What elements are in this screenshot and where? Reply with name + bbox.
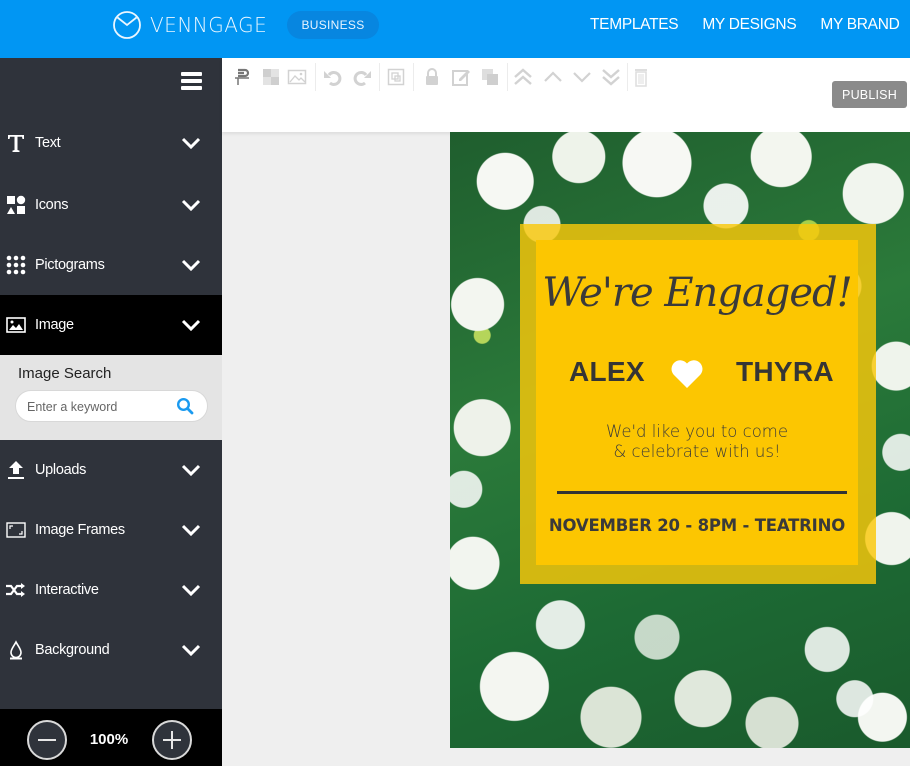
image-frame-icon xyxy=(5,519,27,541)
sidebar-item-label: Icons xyxy=(35,197,69,213)
chevron-down-icon xyxy=(181,137,201,149)
venngage-logo[interactable]: VENNGAGE xyxy=(112,10,267,40)
sidebar-item-label: Uploads xyxy=(35,462,87,478)
droplet-icon xyxy=(5,639,27,661)
bring-forward-icon[interactable] xyxy=(542,66,564,88)
image-icon xyxy=(5,314,27,336)
invitation-line-2: & celebrate with us! xyxy=(613,442,781,461)
zoom-controls: 100% xyxy=(0,709,222,766)
group-icon[interactable] xyxy=(385,66,407,88)
redo-icon[interactable] xyxy=(351,66,373,88)
top-navigation-bar: VENNGAGE BUSINESS TEMPLATES MY DESIGNS M… xyxy=(0,0,910,58)
sidebar-item-icons[interactable]: Icons xyxy=(0,175,222,235)
sidebar-item-uploads[interactable]: Uploads xyxy=(0,440,222,500)
shuffle-icon xyxy=(5,579,27,601)
upload-icon xyxy=(5,459,27,481)
design-canvas[interactable]: We're Engaged! ALEX THYRA We'd like you … xyxy=(450,132,910,748)
lock-icon[interactable] xyxy=(421,66,443,88)
sidebar-item-label: Pictograms xyxy=(35,257,105,273)
sidebar-item-label: Background xyxy=(35,642,110,658)
image-search-panel: Image Search xyxy=(0,355,222,440)
sidebar-item-label: Image Frames xyxy=(35,522,125,538)
sidebar-item-label: Text xyxy=(35,135,61,151)
chevron-down-icon xyxy=(181,464,201,476)
brand-name: VENNGAGE xyxy=(150,13,268,37)
image-search-input[interactable] xyxy=(27,397,167,417)
couple-names: ALEX THYRA xyxy=(536,356,858,396)
replace-image-icon[interactable] xyxy=(286,66,308,88)
pictogram-grid-icon xyxy=(5,254,27,276)
sidebar-item-interactive[interactable]: Interactive xyxy=(0,560,222,620)
text-format-icon[interactable] xyxy=(230,66,252,88)
venngage-logo-icon xyxy=(113,11,141,39)
divider-line[interactable] xyxy=(557,491,847,494)
sidebar-item-image-frames[interactable]: Image Frames xyxy=(0,500,222,560)
text-icon xyxy=(5,132,27,154)
sidebar-item-pictograms[interactable]: Pictograms xyxy=(0,235,222,295)
publish-button[interactable]: PUBLISH xyxy=(832,81,907,108)
chevron-down-icon xyxy=(181,259,201,271)
undo-icon[interactable] xyxy=(322,66,344,88)
send-to-back-icon[interactable] xyxy=(600,66,622,88)
shapes-icon xyxy=(5,194,27,216)
edit-icon[interactable] xyxy=(450,66,472,88)
partner-name-1[interactable]: ALEX xyxy=(569,356,645,388)
zoom-level: 100% xyxy=(89,731,129,748)
sidebar: Text Icons Pictograms Image Image Search xyxy=(0,58,222,766)
invitation-card[interactable]: We're Engaged! ALEX THYRA We'd like you … xyxy=(536,240,858,565)
hamburger-menu-icon[interactable] xyxy=(181,72,202,90)
transparency-icon[interactable] xyxy=(260,66,282,88)
zoom-in-button[interactable] xyxy=(152,720,192,760)
card-outer-frame[interactable]: We're Engaged! ALEX THYRA We'd like you … xyxy=(520,224,876,584)
plan-badge[interactable]: BUSINESS xyxy=(287,11,379,39)
nav-my-brand[interactable]: MY BRAND xyxy=(820,16,899,34)
search-icon[interactable] xyxy=(176,397,194,415)
chevron-down-icon xyxy=(181,644,201,656)
chevron-down-icon xyxy=(181,524,201,536)
headline-text[interactable]: We're Engaged! xyxy=(536,270,858,316)
image-search-title: Image Search xyxy=(18,365,112,382)
duplicate-icon[interactable] xyxy=(479,66,501,88)
sidebar-item-image[interactable]: Image xyxy=(0,295,222,355)
sidebar-item-label: Interactive xyxy=(35,582,99,598)
heart-icon[interactable] xyxy=(670,359,704,389)
invitation-line-1: We'd like you to come xyxy=(605,422,789,441)
invitation-message[interactable]: We'd like you to come & celebrate with u… xyxy=(536,422,858,462)
bring-to-front-icon[interactable] xyxy=(512,66,534,88)
partner-name-2[interactable]: THYRA xyxy=(736,356,834,388)
chevron-down-icon xyxy=(181,319,201,331)
main-nav: TEMPLATES MY DESIGNS MY BRAND H xyxy=(590,0,910,50)
editor-toolbar: PUBLISH xyxy=(222,58,910,132)
nav-my-designs[interactable]: MY DESIGNS xyxy=(702,16,796,34)
sidebar-item-background[interactable]: Background xyxy=(0,620,222,680)
nav-templates[interactable]: TEMPLATES xyxy=(590,16,679,34)
zoom-out-button[interactable] xyxy=(27,720,67,760)
sidebar-item-text[interactable]: Text xyxy=(0,113,222,173)
sidebar-item-label: Image xyxy=(35,317,74,333)
chevron-down-icon xyxy=(181,199,201,211)
chevron-down-icon xyxy=(181,584,201,596)
event-details[interactable]: NOVEMBER 20 - 8PM - TEATRINO xyxy=(536,516,858,535)
trash-icon[interactable] xyxy=(630,66,652,88)
image-search-box[interactable] xyxy=(15,390,208,422)
send-backward-icon[interactable] xyxy=(571,66,593,88)
